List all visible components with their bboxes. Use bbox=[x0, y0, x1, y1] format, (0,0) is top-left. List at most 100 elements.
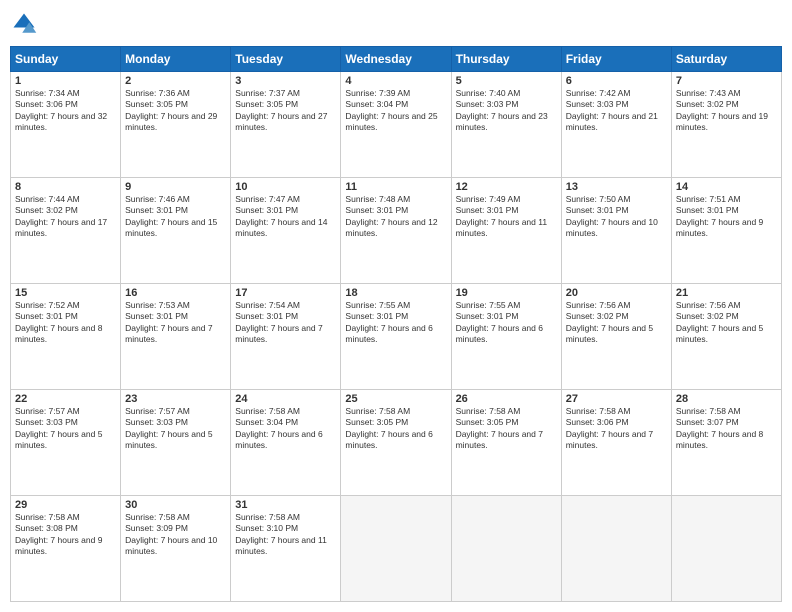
calendar-cell bbox=[451, 496, 561, 602]
logo-icon bbox=[10, 10, 38, 38]
day-number: 29 bbox=[15, 499, 116, 511]
day-info: Sunrise: 7:57 AMSunset: 3:03 PMDaylight:… bbox=[15, 406, 116, 452]
calendar-cell: 4Sunrise: 7:39 AMSunset: 3:04 PMDaylight… bbox=[341, 72, 451, 178]
day-info: Sunrise: 7:58 AMSunset: 3:05 PMDaylight:… bbox=[456, 406, 557, 452]
day-number: 30 bbox=[125, 499, 226, 511]
day-number: 8 bbox=[15, 181, 116, 193]
calendar-cell: 15Sunrise: 7:52 AMSunset: 3:01 PMDayligh… bbox=[11, 284, 121, 390]
day-info: Sunrise: 7:40 AMSunset: 3:03 PMDaylight:… bbox=[456, 88, 557, 134]
day-info: Sunrise: 7:53 AMSunset: 3:01 PMDaylight:… bbox=[125, 300, 226, 346]
day-number: 4 bbox=[345, 75, 446, 87]
day-number: 31 bbox=[235, 499, 336, 511]
day-number: 2 bbox=[125, 75, 226, 87]
day-number: 24 bbox=[235, 393, 336, 405]
day-info: Sunrise: 7:58 AMSunset: 3:05 PMDaylight:… bbox=[345, 406, 446, 452]
calendar-cell: 29Sunrise: 7:58 AMSunset: 3:08 PMDayligh… bbox=[11, 496, 121, 602]
day-info: Sunrise: 7:50 AMSunset: 3:01 PMDaylight:… bbox=[566, 194, 667, 240]
calendar-cell: 30Sunrise: 7:58 AMSunset: 3:09 PMDayligh… bbox=[121, 496, 231, 602]
day-info: Sunrise: 7:34 AMSunset: 3:06 PMDaylight:… bbox=[15, 88, 116, 134]
calendar-cell: 6Sunrise: 7:42 AMSunset: 3:03 PMDaylight… bbox=[561, 72, 671, 178]
day-number: 3 bbox=[235, 75, 336, 87]
calendar-cell bbox=[671, 496, 781, 602]
day-number: 5 bbox=[456, 75, 557, 87]
day-number: 23 bbox=[125, 393, 226, 405]
day-number: 14 bbox=[676, 181, 777, 193]
calendar-cell: 12Sunrise: 7:49 AMSunset: 3:01 PMDayligh… bbox=[451, 178, 561, 284]
day-header-saturday: Saturday bbox=[671, 47, 781, 72]
page: SundayMondayTuesdayWednesdayThursdayFrid… bbox=[0, 0, 792, 612]
calendar-cell: 16Sunrise: 7:53 AMSunset: 3:01 PMDayligh… bbox=[121, 284, 231, 390]
day-number: 20 bbox=[566, 287, 667, 299]
day-info: Sunrise: 7:56 AMSunset: 3:02 PMDaylight:… bbox=[566, 300, 667, 346]
day-number: 28 bbox=[676, 393, 777, 405]
day-number: 9 bbox=[125, 181, 226, 193]
calendar-cell bbox=[341, 496, 451, 602]
day-header-thursday: Thursday bbox=[451, 47, 561, 72]
calendar-cell: 21Sunrise: 7:56 AMSunset: 3:02 PMDayligh… bbox=[671, 284, 781, 390]
calendar-table: SundayMondayTuesdayWednesdayThursdayFrid… bbox=[10, 46, 782, 602]
calendar-cell: 24Sunrise: 7:58 AMSunset: 3:04 PMDayligh… bbox=[231, 390, 341, 496]
logo bbox=[10, 10, 40, 38]
day-number: 27 bbox=[566, 393, 667, 405]
calendar-cell: 25Sunrise: 7:58 AMSunset: 3:05 PMDayligh… bbox=[341, 390, 451, 496]
day-info: Sunrise: 7:58 AMSunset: 3:07 PMDaylight:… bbox=[676, 406, 777, 452]
calendar-cell: 3Sunrise: 7:37 AMSunset: 3:05 PMDaylight… bbox=[231, 72, 341, 178]
day-info: Sunrise: 7:58 AMSunset: 3:04 PMDaylight:… bbox=[235, 406, 336, 452]
week-row-5: 29Sunrise: 7:58 AMSunset: 3:08 PMDayligh… bbox=[11, 496, 782, 602]
day-number: 16 bbox=[125, 287, 226, 299]
day-info: Sunrise: 7:51 AMSunset: 3:01 PMDaylight:… bbox=[676, 194, 777, 240]
calendar-cell: 26Sunrise: 7:58 AMSunset: 3:05 PMDayligh… bbox=[451, 390, 561, 496]
calendar-cell: 31Sunrise: 7:58 AMSunset: 3:10 PMDayligh… bbox=[231, 496, 341, 602]
calendar-cell: 19Sunrise: 7:55 AMSunset: 3:01 PMDayligh… bbox=[451, 284, 561, 390]
day-number: 26 bbox=[456, 393, 557, 405]
day-number: 15 bbox=[15, 287, 116, 299]
calendar-cell: 11Sunrise: 7:48 AMSunset: 3:01 PMDayligh… bbox=[341, 178, 451, 284]
day-info: Sunrise: 7:58 AMSunset: 3:10 PMDaylight:… bbox=[235, 512, 336, 558]
calendar-cell: 1Sunrise: 7:34 AMSunset: 3:06 PMDaylight… bbox=[11, 72, 121, 178]
day-number: 10 bbox=[235, 181, 336, 193]
calendar-cell: 17Sunrise: 7:54 AMSunset: 3:01 PMDayligh… bbox=[231, 284, 341, 390]
day-header-wednesday: Wednesday bbox=[341, 47, 451, 72]
day-info: Sunrise: 7:55 AMSunset: 3:01 PMDaylight:… bbox=[456, 300, 557, 346]
calendar-header-row: SundayMondayTuesdayWednesdayThursdayFrid… bbox=[11, 47, 782, 72]
calendar-cell: 23Sunrise: 7:57 AMSunset: 3:03 PMDayligh… bbox=[121, 390, 231, 496]
calendar-cell: 14Sunrise: 7:51 AMSunset: 3:01 PMDayligh… bbox=[671, 178, 781, 284]
calendar-cell: 20Sunrise: 7:56 AMSunset: 3:02 PMDayligh… bbox=[561, 284, 671, 390]
calendar-cell: 13Sunrise: 7:50 AMSunset: 3:01 PMDayligh… bbox=[561, 178, 671, 284]
calendar-cell bbox=[561, 496, 671, 602]
day-info: Sunrise: 7:47 AMSunset: 3:01 PMDaylight:… bbox=[235, 194, 336, 240]
day-info: Sunrise: 7:56 AMSunset: 3:02 PMDaylight:… bbox=[676, 300, 777, 346]
day-number: 22 bbox=[15, 393, 116, 405]
calendar-cell: 22Sunrise: 7:57 AMSunset: 3:03 PMDayligh… bbox=[11, 390, 121, 496]
header bbox=[10, 10, 782, 38]
day-number: 17 bbox=[235, 287, 336, 299]
calendar-cell: 27Sunrise: 7:58 AMSunset: 3:06 PMDayligh… bbox=[561, 390, 671, 496]
day-header-tuesday: Tuesday bbox=[231, 47, 341, 72]
week-row-2: 8Sunrise: 7:44 AMSunset: 3:02 PMDaylight… bbox=[11, 178, 782, 284]
day-info: Sunrise: 7:46 AMSunset: 3:01 PMDaylight:… bbox=[125, 194, 226, 240]
week-row-3: 15Sunrise: 7:52 AMSunset: 3:01 PMDayligh… bbox=[11, 284, 782, 390]
calendar-cell: 28Sunrise: 7:58 AMSunset: 3:07 PMDayligh… bbox=[671, 390, 781, 496]
day-header-sunday: Sunday bbox=[11, 47, 121, 72]
day-number: 1 bbox=[15, 75, 116, 87]
day-info: Sunrise: 7:43 AMSunset: 3:02 PMDaylight:… bbox=[676, 88, 777, 134]
day-header-monday: Monday bbox=[121, 47, 231, 72]
day-number: 13 bbox=[566, 181, 667, 193]
day-info: Sunrise: 7:37 AMSunset: 3:05 PMDaylight:… bbox=[235, 88, 336, 134]
calendar-cell: 10Sunrise: 7:47 AMSunset: 3:01 PMDayligh… bbox=[231, 178, 341, 284]
day-info: Sunrise: 7:39 AMSunset: 3:04 PMDaylight:… bbox=[345, 88, 446, 134]
day-info: Sunrise: 7:48 AMSunset: 3:01 PMDaylight:… bbox=[345, 194, 446, 240]
day-info: Sunrise: 7:49 AMSunset: 3:01 PMDaylight:… bbox=[456, 194, 557, 240]
week-row-1: 1Sunrise: 7:34 AMSunset: 3:06 PMDaylight… bbox=[11, 72, 782, 178]
day-number: 12 bbox=[456, 181, 557, 193]
day-header-friday: Friday bbox=[561, 47, 671, 72]
day-number: 21 bbox=[676, 287, 777, 299]
calendar-cell: 7Sunrise: 7:43 AMSunset: 3:02 PMDaylight… bbox=[671, 72, 781, 178]
day-number: 11 bbox=[345, 181, 446, 193]
day-info: Sunrise: 7:58 AMSunset: 3:06 PMDaylight:… bbox=[566, 406, 667, 452]
day-info: Sunrise: 7:52 AMSunset: 3:01 PMDaylight:… bbox=[15, 300, 116, 346]
day-number: 6 bbox=[566, 75, 667, 87]
day-info: Sunrise: 7:44 AMSunset: 3:02 PMDaylight:… bbox=[15, 194, 116, 240]
day-info: Sunrise: 7:58 AMSunset: 3:08 PMDaylight:… bbox=[15, 512, 116, 558]
week-row-4: 22Sunrise: 7:57 AMSunset: 3:03 PMDayligh… bbox=[11, 390, 782, 496]
